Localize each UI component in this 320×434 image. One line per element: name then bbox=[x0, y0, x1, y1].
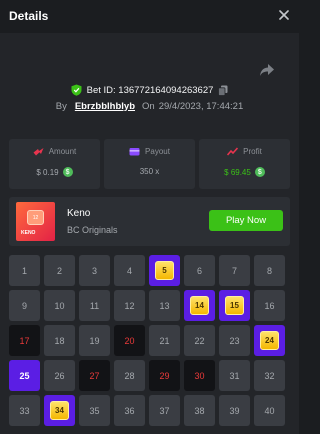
keno-cell[interactable]: 25 bbox=[9, 360, 40, 391]
share-button[interactable] bbox=[259, 63, 275, 77]
keno-cell[interactable]: 8 bbox=[254, 255, 285, 286]
stat-profit-label: Profit bbox=[243, 147, 262, 156]
stat-amount-label: Amount bbox=[48, 147, 77, 156]
keno-cell[interactable]: 4 bbox=[114, 255, 145, 286]
game-provider: BC Originals bbox=[67, 225, 118, 235]
keno-cell[interactable]: 22 bbox=[184, 325, 215, 356]
shield-check-icon bbox=[71, 84, 82, 96]
keno-cell[interactable]: 18 bbox=[44, 325, 75, 356]
coins-icon bbox=[33, 148, 44, 156]
keno-cell[interactable]: 11 bbox=[79, 290, 110, 321]
close-button[interactable] bbox=[277, 8, 291, 22]
keno-cell[interactable]: 17 bbox=[9, 325, 40, 356]
close-icon bbox=[279, 10, 289, 20]
keno-cell[interactable]: 14 bbox=[184, 290, 215, 321]
hit-gem: 5 bbox=[155, 261, 174, 280]
hit-gem: 14 bbox=[190, 296, 209, 315]
stat-amount-value: $ 0.19 bbox=[36, 167, 59, 177]
play-now-button[interactable]: Play Now bbox=[209, 210, 283, 231]
stat-payout: Payout 350 x bbox=[104, 139, 195, 189]
bet-id: Bet ID: 136772164094263627 bbox=[86, 84, 214, 96]
keno-cell[interactable]: 32 bbox=[254, 360, 285, 391]
keno-cell[interactable]: 3 bbox=[79, 255, 110, 286]
stat-profit: Profit $ 69.45 $ bbox=[199, 139, 290, 189]
keno-cell[interactable]: 10 bbox=[44, 290, 75, 321]
hit-gem: 34 bbox=[50, 401, 69, 420]
keno-cell[interactable]: 39 bbox=[219, 395, 250, 426]
keno-cell[interactable]: 13 bbox=[149, 290, 180, 321]
keno-cell[interactable]: 27 bbox=[79, 360, 110, 391]
thumbnail-text: KENO bbox=[21, 230, 36, 236]
keno-cell[interactable]: 9 bbox=[9, 290, 40, 321]
keno-cell[interactable]: 23 bbox=[219, 325, 250, 356]
bet-datetime: 29/4/2023, 17:44:21 bbox=[158, 100, 244, 112]
keno-cell[interactable]: 20 bbox=[114, 325, 145, 356]
copy-button[interactable] bbox=[218, 85, 228, 96]
game-thumbnail[interactable]: 12 KENO bbox=[16, 202, 55, 241]
stat-profit-value: $ 69.45 bbox=[224, 167, 251, 177]
keno-cell[interactable]: 1 bbox=[9, 255, 40, 286]
keno-cell[interactable]: 24 bbox=[254, 325, 285, 356]
thumbnail-ball: 12 bbox=[27, 210, 44, 225]
modal-header: Details bbox=[0, 0, 299, 33]
bet-id-row: Bet ID: 136772164094263627 bbox=[0, 82, 299, 98]
keno-board: 1 2 3 4 5 6 7 8 9 10 11 12 13 14 15 16 17 18 19 20 21 22 23 24 2… bbox=[9, 255, 289, 426]
game-card: 12 KENO Keno BC Originals Play Now bbox=[9, 197, 290, 246]
currency-coin-icon: $ bbox=[62, 167, 73, 177]
keno-cell[interactable]: 36 bbox=[114, 395, 145, 426]
stat-payout-label: Payout bbox=[145, 147, 170, 156]
keno-cell[interactable]: 31 bbox=[219, 360, 250, 391]
keno-cell[interactable]: 38 bbox=[184, 395, 215, 426]
keno-cell[interactable]: 40 bbox=[254, 395, 285, 426]
keno-cell[interactable]: 37 bbox=[149, 395, 180, 426]
keno-cell[interactable]: 12 bbox=[114, 290, 145, 321]
keno-cell[interactable]: 7 bbox=[219, 255, 250, 286]
by-label: By bbox=[55, 100, 67, 112]
stat-amount: Amount $ 0.19 $ bbox=[9, 139, 100, 189]
keno-cell[interactable]: 19 bbox=[79, 325, 110, 356]
game-name: Keno bbox=[67, 208, 91, 219]
keno-cell[interactable]: 2 bbox=[44, 255, 75, 286]
keno-cell[interactable]: 26 bbox=[44, 360, 75, 391]
currency-coin-icon: $ bbox=[254, 167, 265, 177]
keno-cell[interactable]: 16 bbox=[254, 290, 285, 321]
keno-cell[interactable]: 30 bbox=[184, 360, 215, 391]
hit-gem: 15 bbox=[225, 296, 244, 315]
wallet-icon bbox=[129, 148, 140, 156]
keno-cell[interactable]: 28 bbox=[114, 360, 145, 391]
share-icon bbox=[260, 64, 274, 76]
keno-cell[interactable]: 33 bbox=[9, 395, 40, 426]
stat-payout-value: 350 x bbox=[139, 167, 160, 176]
keno-cell[interactable]: 6 bbox=[184, 255, 215, 286]
stats-row: Amount $ 0.19 $ Payout 350 x Profit $ 69… bbox=[9, 139, 290, 189]
keno-cell[interactable]: 29 bbox=[149, 360, 180, 391]
hit-gem: 24 bbox=[260, 331, 279, 350]
copy-icon bbox=[218, 85, 228, 96]
chart-up-icon bbox=[227, 147, 239, 156]
username-link[interactable]: Ebrzbblhblyb bbox=[75, 101, 135, 112]
keno-cell[interactable]: 5 bbox=[149, 255, 180, 286]
on-label: On bbox=[142, 100, 155, 112]
keno-cell[interactable]: 15 bbox=[219, 290, 250, 321]
modal-title: Details bbox=[9, 9, 49, 23]
bet-meta-row: By Ebrzbblhblyb On 29/4/2023, 17:44:21 bbox=[0, 98, 299, 114]
keno-cell[interactable]: 35 bbox=[79, 395, 110, 426]
keno-cell[interactable]: 21 bbox=[149, 325, 180, 356]
keno-cell[interactable]: 34 bbox=[44, 395, 75, 426]
